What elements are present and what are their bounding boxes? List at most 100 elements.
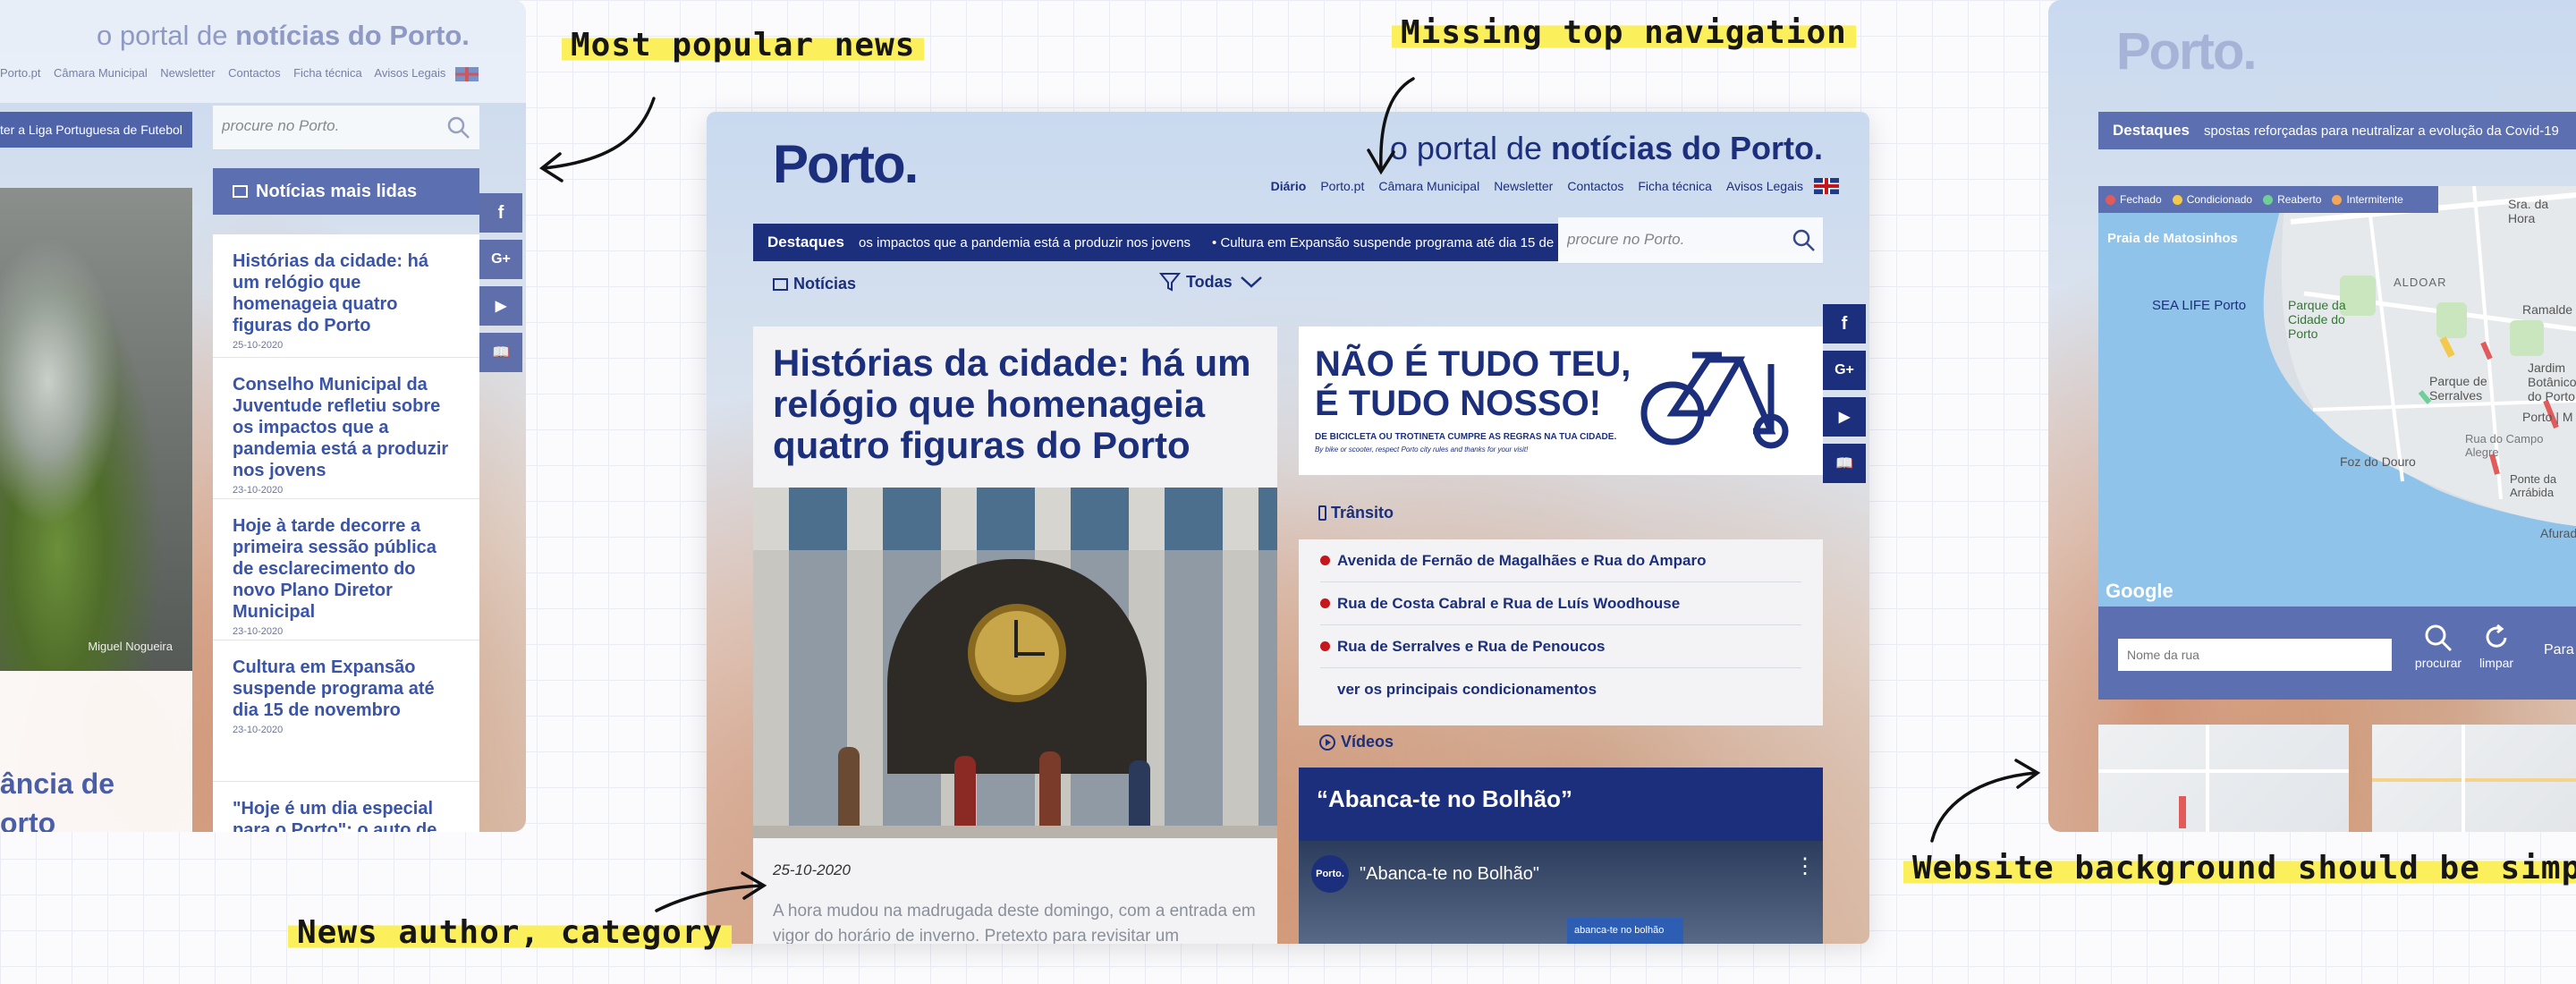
search-icon[interactable] xyxy=(1792,229,1816,252)
porto-logo[interactable]: Porto. xyxy=(2116,21,2258,81)
bicycle-icon xyxy=(1640,352,1789,449)
youtube-icon[interactable]: ▶ xyxy=(1823,397,1866,437)
filter-icon xyxy=(1159,273,1181,292)
destaques-label: Destaques xyxy=(767,233,844,250)
facebook-icon[interactable]: f xyxy=(479,193,522,233)
ad-banner[interactable]: NÃO É TUDO TEU, É TUDO NOSSO! DE BICICLE… xyxy=(1299,327,1823,475)
section-noticias[interactable]: Notícias xyxy=(773,275,856,293)
search-input[interactable] xyxy=(1567,231,1773,249)
destaques-ticker[interactable]: Destaques spostas reforçadas para neutra… xyxy=(2098,112,2576,149)
search-icon xyxy=(2425,624,2453,652)
nav-item-camara[interactable]: Câmara Municipal xyxy=(1378,179,1479,193)
traffic-map[interactable]: Fechado Condicionado Reaberto Intermiten… xyxy=(2098,186,2576,607)
article-excerpt: A hora mudou na madrugada deste domingo,… xyxy=(773,902,1256,944)
video-player[interactable]: Porto. "Abanca-te no Bolhão" ⋮ abanca-te… xyxy=(1299,841,1823,944)
street-name-input[interactable] xyxy=(2118,639,2392,671)
map-label: Rua do Campo Alegre xyxy=(2465,432,2544,459)
annotation-background: Website background should be simplified xyxy=(1903,850,2576,886)
category-filter[interactable]: Todas xyxy=(1159,271,1263,293)
list-item[interactable]: Cultura em Expansão suspende programa at… xyxy=(213,640,479,782)
nav-item-portopt[interactable]: Porto.pt xyxy=(1320,179,1364,193)
portal-tagline: o portal de notícias do Porto. xyxy=(97,20,470,51)
nav-item-ficha[interactable]: Ficha técnica xyxy=(293,66,362,80)
video-screen-text: abanca-te no bolhão xyxy=(1567,918,1683,944)
annotation-arrow xyxy=(1930,759,2041,843)
section-videos: Vídeos xyxy=(1318,733,1394,751)
search-box[interactable] xyxy=(213,106,479,150)
traffic-light-icon xyxy=(1318,505,1326,521)
clock-icon xyxy=(968,604,1066,702)
list-item[interactable]: "Hoje é um dia especial para o Porto": o… xyxy=(213,782,479,832)
video-embed-title: "Abanca-te no Bolhão" xyxy=(1360,864,1540,884)
more-options-icon[interactable]: ⋮ xyxy=(1794,856,1816,878)
clear-button[interactable]: limpar xyxy=(2474,623,2519,670)
status-dot xyxy=(1320,598,1330,608)
right-site-preview: Porto. Destaques spostas reforçadas para… xyxy=(2048,0,2576,832)
book-icon[interactable]: 📖 xyxy=(1823,444,1866,483)
youtube-icon[interactable]: ▶ xyxy=(479,286,522,326)
nav-item-contactos[interactable]: Contactos xyxy=(228,66,281,80)
facebook-icon[interactable]: f xyxy=(1823,304,1866,344)
top-navigation: Porto.pt Câmara Municipal Newsletter Con… xyxy=(0,66,479,81)
top-navigation: Diário Porto.pt Câmara Municipal Newslet… xyxy=(1271,178,1839,194)
article-photo[interactable] xyxy=(753,488,1277,838)
search-input[interactable] xyxy=(222,117,419,135)
nav-item-newsletter[interactable]: Newsletter xyxy=(1494,179,1553,193)
featured-article[interactable]: Histórias da cidade: há um relógio que h… xyxy=(753,327,1277,944)
nav-item-avisos[interactable]: Avisos Legais xyxy=(374,66,445,80)
uk-flag-icon[interactable] xyxy=(455,66,479,81)
map-label: Sra. da Hora xyxy=(2508,197,2549,225)
section-transito: Trânsito xyxy=(1318,504,1394,522)
map-search-bar: procurar limpar Para xyxy=(2098,607,2576,700)
video-title: “Abanca-te no Bolhão” xyxy=(1317,785,1573,812)
ad-subtitle: DE BICICLETA OU TROTINETA CUMPRE AS REGR… xyxy=(1315,432,1617,442)
map-legend: Fechado Condicionado Reaberto Intermiten… xyxy=(2098,186,2438,213)
article-title[interactable]: Histórias da cidade: há um relógio que h… xyxy=(773,343,1265,466)
headline-cut[interactable]: ância de xyxy=(0,768,114,801)
uk-flag-icon[interactable] xyxy=(1814,178,1839,194)
list-item[interactable]: Hoje à tarde decorre a primeira sessão p… xyxy=(213,499,479,640)
annotation-arrow xyxy=(1367,77,1415,175)
newspaper-icon xyxy=(233,185,248,198)
channel-avatar: Porto. xyxy=(1311,855,1349,893)
chevron-down-icon xyxy=(1240,276,1262,288)
nav-item-contactos[interactable]: Contactos xyxy=(1567,179,1623,193)
nav-item-ficha[interactable]: Ficha técnica xyxy=(1638,179,1711,193)
porto-logo[interactable]: Porto. xyxy=(773,133,919,195)
map-label: ALDOAR xyxy=(2394,276,2447,289)
ad-subtitle-en: By bike or scooter, respect Porto city r… xyxy=(1315,445,1529,454)
transito-list: Avenida de Fernão de Magalhães e Rua do … xyxy=(1299,539,1823,725)
list-item[interactable]: Rua de Serralves e Rua de Penoucos xyxy=(1320,625,1801,668)
nav-item-camara[interactable]: Câmara Municipal xyxy=(54,66,148,80)
mini-map[interactable] xyxy=(2098,725,2349,832)
video-card[interactable]: “Abanca-te no Bolhão” Porto. "Abanca-te … xyxy=(1299,768,1823,944)
play-circle-icon xyxy=(1319,734,1335,751)
search-icon[interactable] xyxy=(447,116,470,140)
map-label: Ponte da Arrábida xyxy=(2510,472,2557,499)
destaques-ticker[interactable]: Destaques os impactos que a pandemia est… xyxy=(753,224,1558,261)
google-plus-icon[interactable]: G+ xyxy=(1823,351,1866,390)
list-item[interactable]: Histórias da cidade: há um relógio que h… xyxy=(213,234,479,358)
newspaper-icon xyxy=(773,277,788,291)
search-box[interactable] xyxy=(1558,217,1823,264)
nav-item-avisos[interactable]: Avisos Legais xyxy=(1726,179,1803,193)
google-plus-icon[interactable]: G+ xyxy=(479,240,522,279)
list-item[interactable]: Rua de Costa Cabral e Rua de Luís Woodho… xyxy=(1320,582,1801,625)
search-button[interactable]: procurar xyxy=(2411,623,2465,670)
map-label: SEA LIFE Porto xyxy=(2152,298,2247,313)
list-item[interactable]: Conselho Municipal da Juventude refletiu… xyxy=(213,358,479,499)
book-icon[interactable]: 📖 xyxy=(479,333,522,372)
article-photo[interactable]: Miguel Nogueira xyxy=(0,188,192,671)
nav-item-portopt[interactable]: Porto.pt xyxy=(0,66,41,80)
transito-link[interactable]: ver os principais condicionamentos xyxy=(1320,668,1801,711)
map-label: Parque da Cidade do Porto xyxy=(2288,298,2346,341)
headline-cut-2[interactable]: orto xyxy=(0,807,55,832)
mais-lidas-header: Notícias mais lidas xyxy=(213,168,479,215)
mini-map[interactable] xyxy=(2372,725,2576,832)
photo-credit: Miguel Nogueira xyxy=(88,640,173,653)
list-item[interactable]: Avenida de Fernão de Magalhães e Rua do … xyxy=(1320,539,1801,582)
nav-item-diario[interactable]: Diário xyxy=(1271,179,1307,193)
destaques-ticker[interactable]: ter a Liga Portuguesa de Futebol xyxy=(0,112,192,148)
para-label: Para xyxy=(2544,642,2574,657)
nav-item-newsletter[interactable]: Newsletter xyxy=(160,66,215,80)
